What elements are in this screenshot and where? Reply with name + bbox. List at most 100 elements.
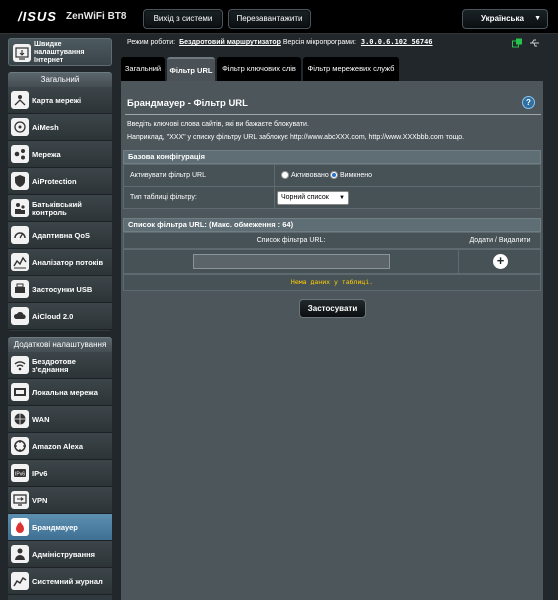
sidebar-item-label: AiCloud 2.0: [32, 311, 74, 321]
usb-status-icon[interactable]: [529, 38, 540, 48]
description-line-1: Введіть ключові слова сайтів, які ви баж…: [127, 121, 309, 128]
sidebar-item-label: Мережа: [32, 149, 61, 159]
traffic-analyzer-icon: [11, 253, 29, 271]
model-name: ZenWiFi BT8: [66, 11, 127, 22]
firmware-version-link[interactable]: 3.0.0.6.102_56746: [361, 38, 433, 46]
sidebar-item-parental-control[interactable]: Батьківський контроль: [8, 195, 112, 222]
sidebar-item-network-map[interactable]: Карта мережі: [8, 87, 112, 114]
general-section-title: Загальний: [8, 72, 112, 87]
apply-button[interactable]: Застосувати: [299, 299, 366, 318]
firewall-icon: [11, 518, 29, 536]
disable-radio[interactable]: [330, 171, 338, 179]
description-line-2: Наприклад, "XXX" у списку фільтру URL за…: [127, 134, 465, 141]
network-map-icon: [11, 91, 29, 109]
enable-url-filter-label: Активувати фільтр URL: [130, 172, 206, 179]
filter-table-type-label: Тип таблиці фільтру:: [130, 194, 197, 201]
url-filter-list-header: Список фільтра URL: (Макс. обмеження : 6…: [123, 218, 541, 232]
sidebar-item-label: Батьківський контроль: [32, 199, 82, 217]
help-icon[interactable]: ?: [522, 96, 535, 109]
sidebar-item-alexa[interactable]: Amazon Alexa: [8, 433, 112, 460]
sidebar-item-administration[interactable]: Адміністрування: [8, 541, 112, 568]
add-url-button[interactable]: +: [493, 254, 508, 269]
asus-logo: /ISUS: [18, 9, 57, 24]
mode-label: Режим роботи:: [127, 39, 176, 46]
url-list-column-headers: Список фільтра URL: Додати / Видалити: [123, 232, 541, 249]
sidebar-item-label: Системний журнал: [32, 576, 103, 586]
quick-internet-setup-button[interactable]: Швидке налаштування Інтернет: [8, 38, 112, 66]
wireless-icon: [11, 356, 29, 374]
sidebar-item-adaptive-qos[interactable]: Адаптивна QoS: [8, 222, 112, 249]
quick-setup-icon: [13, 44, 31, 62]
language-select[interactable]: Українська ▼: [462, 9, 548, 29]
sidebar-item-label: Локальна мережа: [32, 387, 98, 397]
empty-table-message: Нема даних у таблиці.: [123, 274, 541, 291]
enable-radio[interactable]: [281, 171, 289, 179]
url-input[interactable]: [193, 254, 390, 269]
main-panel: Брандмауер - Фільтр URL ? Введіть ключов…: [121, 81, 543, 600]
sidebar-item-label: AiMesh: [32, 122, 59, 132]
sidebar-item-label: WAN: [32, 414, 50, 424]
sidebar-item-traffic-analyzer[interactable]: Аналізатор потоків: [8, 249, 112, 276]
disable-radio-label[interactable]: Вимкнено: [340, 172, 372, 179]
vpn-icon: [11, 491, 29, 509]
general-menu: Карта мережі AiMesh Мережа AiProtection …: [8, 87, 112, 331]
alexa-icon: [11, 437, 29, 455]
enable-radio-label[interactable]: Активовано: [291, 172, 329, 179]
sidebar-item-label: Адаптивна QoS: [32, 230, 90, 240]
sidebar-item-label: VPN: [32, 495, 48, 505]
column-divider: [458, 250, 459, 273]
logout-button[interactable]: Вихід з системи: [143, 9, 223, 29]
filter-table-type-select[interactable]: Чорний список ▼: [277, 191, 349, 205]
mode-value-link[interactable]: Бездротовий маршрутизатор: [179, 39, 281, 46]
sidebar-item-wan[interactable]: WAN: [8, 406, 112, 433]
status-line: Режим роботи: Бездротовий маршрутизатор …: [127, 38, 433, 46]
sidebar-item-label: AiProtection: [32, 176, 77, 186]
aicloud-icon: [11, 307, 29, 325]
firmware-label: Версія мікропрограми:: [282, 39, 356, 46]
column-divider: [274, 187, 275, 208]
sidebar-item-aiprotection[interactable]: AiProtection: [8, 168, 112, 195]
sidebar-item-system-log[interactable]: Системний журнал: [8, 568, 112, 595]
basic-config-header: Базова конфігурація: [123, 150, 541, 164]
tab-keyword-filter[interactable]: Фільтр ключових слів: [217, 57, 301, 81]
reboot-button[interactable]: Перезавантажити: [228, 9, 311, 29]
title-divider: [125, 114, 541, 115]
sidebar-item-ipv6[interactable]: IPv6 IPv6: [8, 460, 112, 487]
filter-table-type-row: Тип таблиці фільтру: Чорний список ▼: [123, 186, 541, 209]
network-icon: [11, 145, 29, 163]
aiprotection-icon: [11, 172, 29, 190]
chevron-down-icon: ▼: [534, 15, 541, 22]
column-header-add-delete: Додати / Видалити: [469, 237, 531, 244]
sidebar-item-label: Карта мережі: [32, 95, 82, 105]
qos-icon: [11, 226, 29, 244]
aimesh-icon: [11, 118, 29, 136]
tab-network-services-filter[interactable]: Фільтр мережевих служб: [303, 57, 399, 81]
wan-status-icon[interactable]: [512, 38, 523, 48]
sidebar-item-lan[interactable]: Локальна мережа: [8, 379, 112, 406]
sidebar-item-label: IPv6: [32, 468, 48, 478]
administration-icon: [11, 545, 29, 563]
sidebar-item-network[interactable]: Мережа: [8, 141, 112, 168]
sidebar-item-usb-apps[interactable]: Застосунки USB: [8, 276, 112, 303]
svg-text:IPv6: IPv6: [15, 472, 25, 478]
sidebar-item-wireless[interactable]: Бездротове з'єднання: [8, 352, 112, 379]
system-log-icon: [11, 572, 29, 590]
sidebar-item-label: Бездротове з'єднання: [32, 356, 76, 374]
sidebar-item-label: Брандмауер: [32, 522, 78, 532]
advanced-menu: Бездротове з'єднання Локальна мережа WAN…: [8, 352, 112, 600]
sidebar-item-firewall[interactable]: Брандмауер: [8, 514, 112, 541]
sidebar-item-label: Amazon Alexa: [32, 441, 83, 451]
url-input-row: +: [123, 249, 541, 274]
tab-url-filter[interactable]: Фільтр URL: [167, 57, 215, 81]
tab-general[interactable]: Загальний: [121, 57, 165, 81]
sidebar-item-label: Аналізатор потоків: [32, 257, 104, 267]
sidebar-item-aimesh[interactable]: AiMesh: [8, 114, 112, 141]
sidebar-item-aicloud[interactable]: AiCloud 2.0: [8, 303, 112, 330]
quick-setup-label: Швидке налаштування Інтернет: [34, 41, 85, 64]
chevron-down-icon: ▼: [339, 195, 345, 201]
top-bar: /ISUS ZenWiFi BT8 Вихід з системи Переза…: [0, 0, 558, 34]
ipv6-icon: IPv6: [11, 464, 29, 482]
sidebar-item-label: Адміністрування: [32, 549, 96, 559]
sidebar-item-vpn[interactable]: VPN: [8, 487, 112, 514]
parental-control-icon: [11, 199, 29, 217]
